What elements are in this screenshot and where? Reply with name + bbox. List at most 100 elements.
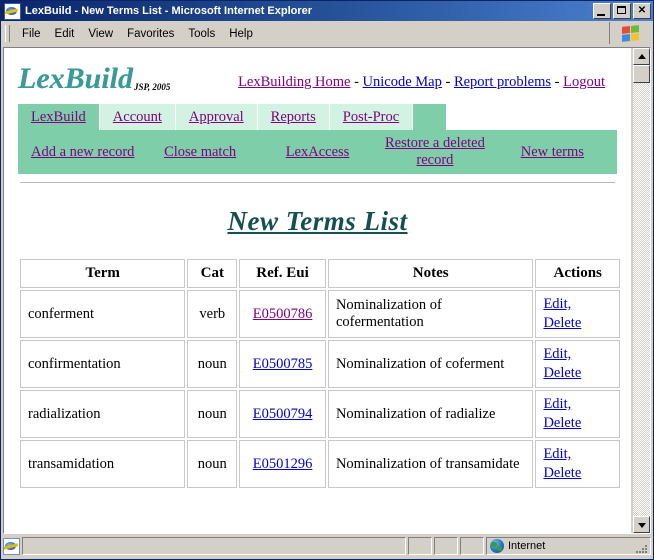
vertical-scrollbar[interactable] xyxy=(632,48,650,533)
table-row: transamidation noun E0501296 Nominalizat… xyxy=(20,440,620,488)
tab-reports[interactable]: Reports xyxy=(257,104,330,130)
cell-actions: Edit, Delete xyxy=(535,390,620,438)
tab-lexbuild-label: LexBuild xyxy=(31,108,86,125)
column-header-term: Term xyxy=(20,259,186,288)
subnav-item-restore-a-deleted-record[interactable]: Restore a deleted record xyxy=(376,135,493,169)
cell-notes: Nominalization of radialize xyxy=(327,390,534,438)
link-eui[interactable]: E0500794 xyxy=(253,406,313,422)
cell-cat: verb xyxy=(187,290,238,338)
link-delete[interactable]: Delete xyxy=(543,315,581,331)
chevron-down-icon xyxy=(637,522,646,528)
link-separator: - xyxy=(441,74,454,90)
cell-actions: Edit, Delete xyxy=(535,440,620,488)
cell-cat: noun xyxy=(187,390,238,438)
tab-lexbuild[interactable]: LexBuild xyxy=(18,104,100,130)
browser-client-area: LexBuild JSP, 2005 LexBuilding Home - Un… xyxy=(3,47,651,534)
menu-item-view[interactable]: View xyxy=(81,25,120,43)
cell-cat: noun xyxy=(187,440,238,488)
windows-flag-button[interactable] xyxy=(609,22,650,44)
header-links: LexBuilding Home - Unicode Map - Report … xyxy=(238,74,605,94)
site-logo: LexBuild xyxy=(18,62,134,95)
cell-cat: noun xyxy=(187,340,238,388)
page-content: LexBuild JSP, 2005 LexBuilding Home - Un… xyxy=(4,48,631,533)
link-edit[interactable]: Edit, xyxy=(543,296,571,312)
cell-term: transamidation xyxy=(20,440,186,488)
chevron-up-icon xyxy=(637,53,646,59)
cell-ref-eui: E0501296 xyxy=(239,440,326,488)
close-button[interactable]: ✕ xyxy=(633,3,651,19)
tab-account[interactable]: Account xyxy=(99,104,176,130)
cell-actions: Edit, Delete xyxy=(535,340,620,388)
subnav-lexaccess-label: LexAccess xyxy=(285,143,350,160)
status-bar: Internet xyxy=(1,534,653,559)
link-eui[interactable]: E0500786 xyxy=(253,306,313,322)
subnav-item-close-match[interactable]: Close match xyxy=(141,144,258,161)
cell-ref-eui: E0500786 xyxy=(239,290,326,338)
status-pane-2 xyxy=(434,537,458,555)
subnav-restore-a-deleted-record-label: Restore a deleted record xyxy=(385,135,485,168)
subnav-item-add-a-new-record[interactable]: Add a new record xyxy=(24,144,141,161)
scroll-down-button[interactable] xyxy=(633,516,650,533)
table-row: confirmentation noun E0500785 Nominaliza… xyxy=(20,340,620,388)
link-edit[interactable]: Edit, xyxy=(543,346,571,362)
scroll-up-button[interactable] xyxy=(633,48,650,65)
table-header-row: Term Cat Ref. Eui Notes Actions xyxy=(20,259,620,288)
link-eui[interactable]: E0501296 xyxy=(253,456,313,472)
subnav-item-lexaccess[interactable]: LexAccess xyxy=(259,144,376,161)
column-header-notes: Notes xyxy=(327,259,534,288)
maximize-button[interactable] xyxy=(613,3,631,19)
link-edit[interactable]: Edit, xyxy=(543,446,571,462)
window-title: LexBuild - New Terms List - Microsoft In… xyxy=(25,5,313,17)
link-delete[interactable]: Delete xyxy=(543,465,581,481)
link-report-problems[interactable]: Report problems xyxy=(454,74,551,90)
menu-item-help[interactable]: Help xyxy=(222,25,260,43)
table-row: conferment verb E0500786 Nominalization … xyxy=(20,290,620,338)
close-icon: ✕ xyxy=(637,5,647,16)
title-bar: LexBuild - New Terms List - Microsoft In… xyxy=(1,1,653,21)
site-logo-subtitle: JSP, 2005 xyxy=(134,82,171,92)
link-edit[interactable]: Edit, xyxy=(543,396,571,412)
cell-notes: Nominalization of coferment xyxy=(327,340,534,388)
navigation: LexBuild Account Approval Reports Post-P… xyxy=(18,104,617,174)
status-pane-1 xyxy=(408,537,432,555)
menu-item-favorites[interactable]: Favorites xyxy=(120,25,181,43)
scrollbar-track[interactable] xyxy=(633,65,650,516)
menu-item-edit[interactable]: Edit xyxy=(48,25,82,43)
column-header-actions: Actions xyxy=(535,259,620,288)
table-row: radialization noun E0500794 Nominalizati… xyxy=(20,390,620,438)
link-delete[interactable]: Delete xyxy=(543,365,581,381)
subnav-add-a-new-record-label: Add a new record xyxy=(30,143,135,160)
browser-window: LexBuild - New Terms List - Microsoft In… xyxy=(0,0,654,560)
link-delete[interactable]: Delete xyxy=(543,415,581,431)
cell-ref-eui: E0500794 xyxy=(239,390,326,438)
status-message xyxy=(22,537,406,555)
page-title: New Terms List xyxy=(227,206,408,236)
link-eui[interactable]: E0500785 xyxy=(253,356,313,372)
scrollbar-thumb[interactable] xyxy=(633,65,650,83)
cell-ref-eui: E0500785 xyxy=(239,340,326,388)
cell-notes: Nominalization of cofermentation xyxy=(327,290,534,338)
link-lexbuilding-home[interactable]: LexBuilding Home xyxy=(238,74,350,90)
menu-item-file[interactable]: File xyxy=(15,25,48,43)
tab-approval-label: Approval xyxy=(188,108,244,125)
menu-bar: File Edit View Favorites Tools Help xyxy=(1,21,653,47)
tab-post-proc[interactable]: Post-Proc xyxy=(329,104,414,130)
tab-approval[interactable]: Approval xyxy=(175,104,258,130)
tab-bar: LexBuild Account Approval Reports Post-P… xyxy=(18,104,446,130)
link-separator: - xyxy=(350,74,363,90)
link-unicode-map[interactable]: Unicode Map xyxy=(363,74,442,90)
resize-grip[interactable] xyxy=(633,539,647,553)
cell-term: radialization xyxy=(20,390,186,438)
new-terms-table: Term Cat Ref. Eui Notes Actions conferme… xyxy=(18,257,622,490)
status-zone: Internet xyxy=(486,537,651,555)
cell-term: conferment xyxy=(20,290,186,338)
menu-drag-grip[interactable] xyxy=(5,25,10,42)
subnav-item-new-terms[interactable]: New terms xyxy=(494,144,611,161)
cell-notes: Nominalization of transamidate xyxy=(327,440,534,488)
link-separator: - xyxy=(551,74,564,90)
windows-flag-icon xyxy=(621,24,639,42)
column-header-cat: Cat xyxy=(187,259,238,288)
minimize-button[interactable] xyxy=(593,3,611,19)
menu-item-tools[interactable]: Tools xyxy=(181,25,222,43)
link-logout[interactable]: Logout xyxy=(563,74,605,90)
